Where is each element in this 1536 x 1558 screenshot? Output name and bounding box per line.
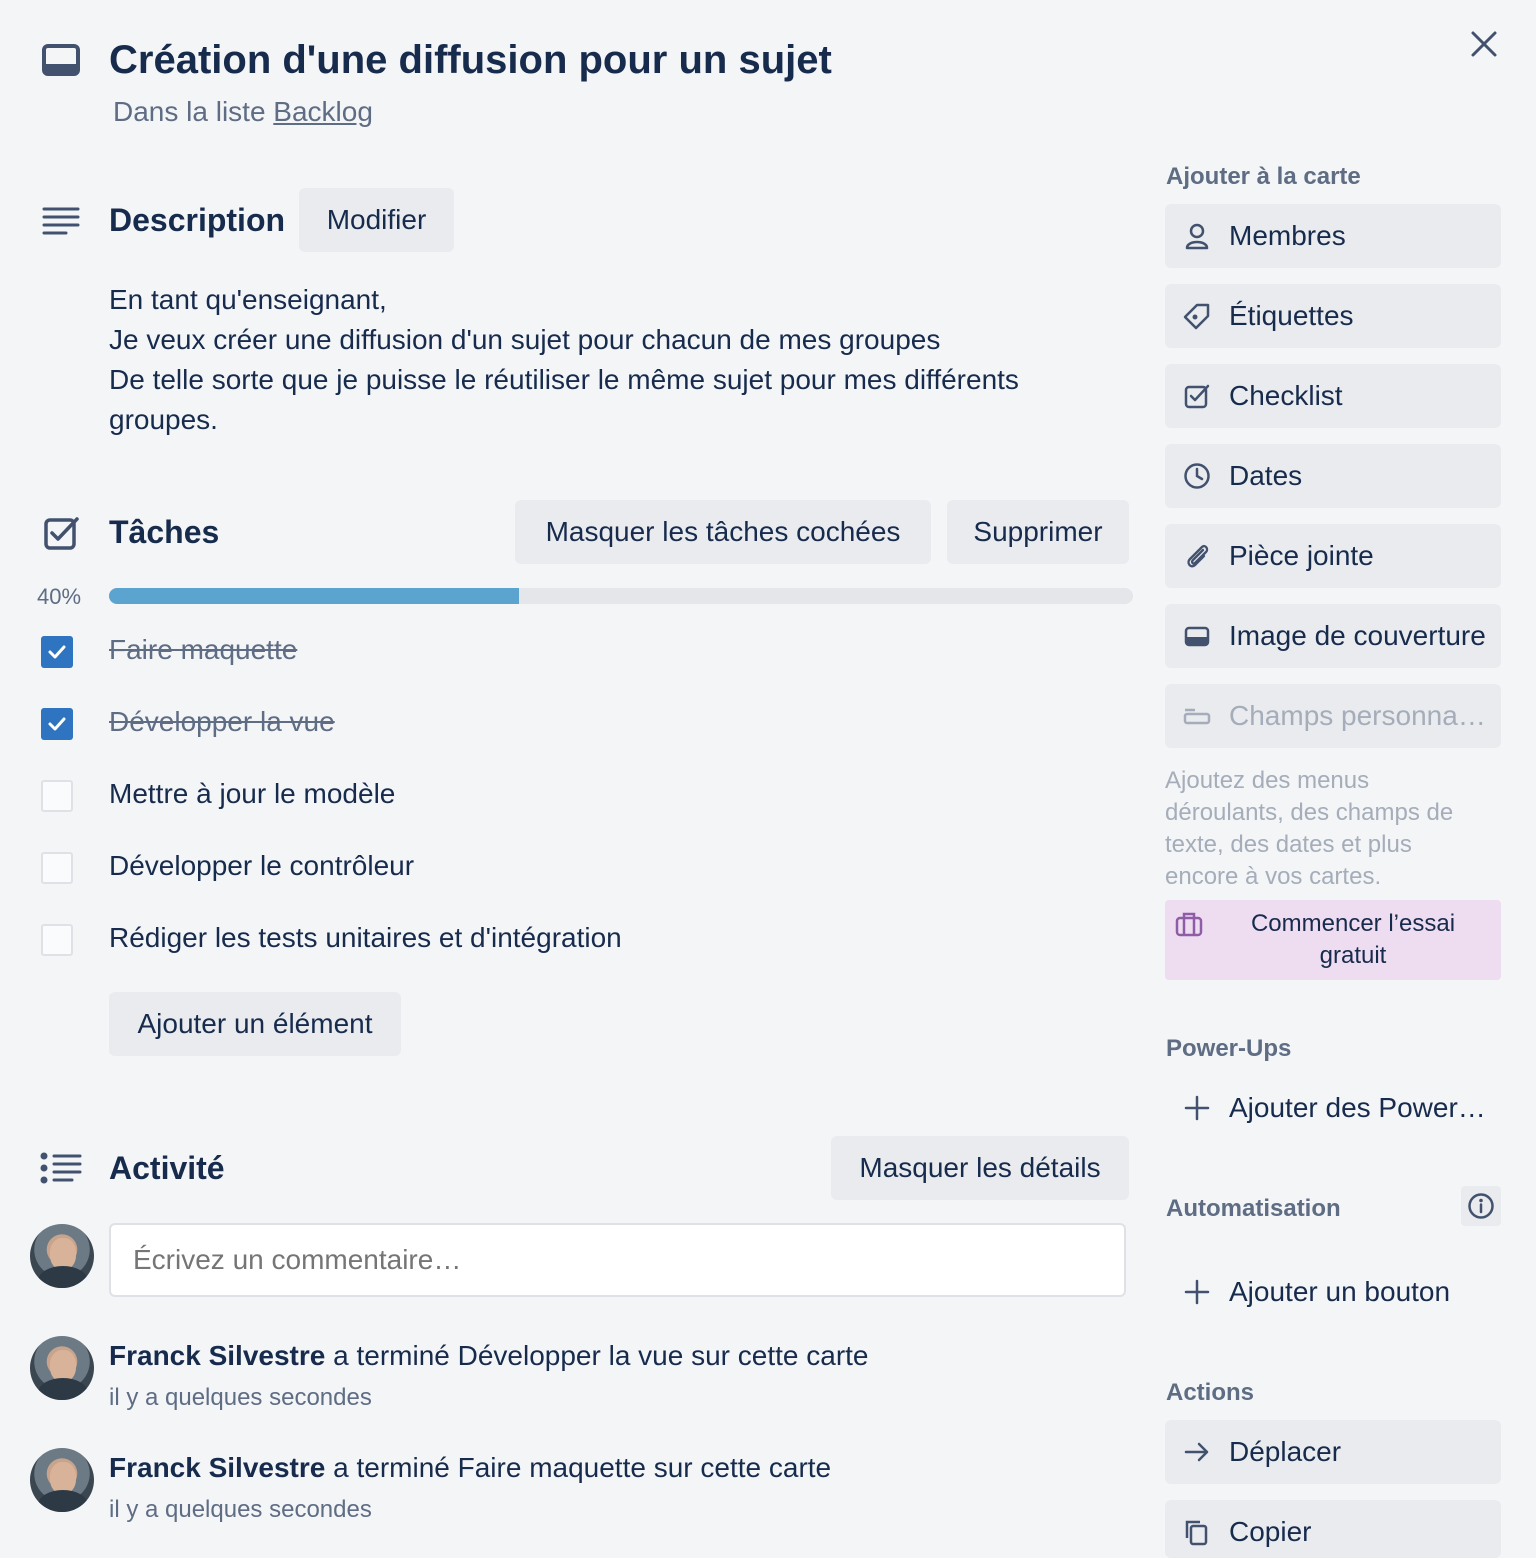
custom-fields-icon	[1183, 708, 1211, 725]
free-trial-button[interactable]: Commencer l’essai gratuit	[1165, 900, 1501, 980]
clock-icon	[1184, 463, 1210, 489]
checklist-item-checkbox[interactable]	[41, 924, 73, 956]
labels-button[interactable]: Étiquettes	[1165, 284, 1501, 348]
activity-author[interactable]: Franck Silvestre	[109, 1452, 325, 1483]
activity-entry: Franck Silvestre a terminé Faire maquett…	[109, 1452, 831, 1484]
checklist-item-label[interactable]: Mettre à jour le modèle	[109, 778, 395, 810]
card-title: Création d'une diffusion pour un sujet	[109, 38, 832, 82]
add-button-button[interactable]: Ajouter un bouton	[1165, 1260, 1501, 1324]
help-line: encore à vos cartes.	[1165, 863, 1382, 890]
actions-heading: Actions	[1166, 1379, 1255, 1406]
progress-percent: 40%	[37, 584, 82, 609]
move-button[interactable]: Déplacer	[1165, 1420, 1501, 1484]
add-powerups-button[interactable]: Ajouter des Power-Ups	[1165, 1076, 1501, 1140]
automation-info-button[interactable]	[1461, 1186, 1501, 1226]
checklist-item-label[interactable]: Développer la vue	[109, 706, 335, 738]
add-powerups-label: Ajouter des Power-Ups	[1229, 1092, 1489, 1123]
comment-input[interactable]	[109, 1223, 1126, 1297]
trial-line: gratuit	[1319, 942, 1387, 969]
description-title: Description	[109, 202, 286, 238]
edit-description-button[interactable]: Modifier	[299, 188, 454, 252]
paperclip-icon	[1187, 544, 1209, 568]
attachment-label: Pièce jointe	[1229, 540, 1374, 571]
custom-fields-label: Champs personnalisés	[1229, 700, 1489, 731]
list-prefix: Dans la liste	[113, 96, 266, 127]
arrow-right-icon	[1184, 1442, 1209, 1462]
help-line: texte, des dates et plus	[1165, 831, 1412, 858]
add-to-card-heading: Ajouter à la carte	[1166, 163, 1361, 190]
delete-checklist-button[interactable]: Supprimer	[947, 500, 1129, 564]
activity-time[interactable]: il y a quelques secondes	[109, 1384, 372, 1412]
checklist-item-checkbox[interactable]	[41, 852, 73, 884]
checklist-icon	[44, 517, 79, 550]
info-icon	[1468, 1193, 1494, 1219]
activity-text: a terminé Faire maquette sur cette carte	[333, 1452, 832, 1483]
description-line: De telle sorte que je puisse le réutilis…	[109, 364, 1019, 395]
help-line: déroulants, des champs de	[1165, 799, 1454, 826]
activity-author[interactable]: Franck Silvestre	[109, 1340, 325, 1371]
checklist-item-checkbox[interactable]	[41, 780, 73, 812]
description-line: Je veux créer une diffusion d'un sujet p…	[109, 324, 941, 355]
activity-text: a terminé Développer la vue sur cette ca…	[333, 1340, 869, 1371]
description-text: En tant qu'enseignant, Je veux créer une…	[109, 280, 1019, 440]
copy-label: Copier	[1229, 1516, 1312, 1547]
description-icon	[42, 207, 80, 235]
check-icon	[48, 717, 66, 731]
powerups-heading: Power-Ups	[1166, 1035, 1292, 1062]
avatar	[30, 1336, 94, 1400]
checklist-label: Checklist	[1229, 380, 1343, 411]
checklist-item-label[interactable]: Rédiger les tests unitaires et d'intégra…	[109, 922, 622, 954]
plus-icon	[1184, 1279, 1210, 1305]
activity-title: Activité	[109, 1150, 225, 1186]
avatar	[30, 1224, 94, 1288]
copy-icon	[1185, 1520, 1208, 1546]
custom-fields-button[interactable]: Champs personnalisés	[1165, 684, 1501, 748]
add-button-label: Ajouter un bouton	[1229, 1276, 1451, 1307]
hide-details-button[interactable]: Masquer les détails	[831, 1136, 1129, 1200]
checklist-title: Tâches	[109, 514, 220, 550]
plus-icon	[1184, 1095, 1210, 1121]
list-subtitle: Dans la liste Backlog	[113, 96, 373, 128]
add-item-button[interactable]: Ajouter un élément	[109, 992, 401, 1056]
progress-track	[109, 588, 1133, 604]
card-cover-icon	[1184, 626, 1210, 647]
attachment-button[interactable]: Pièce jointe	[1165, 524, 1501, 588]
checkbox-icon	[1184, 384, 1210, 409]
avatar	[30, 1448, 94, 1512]
activity-entry: Franck Silvestre a terminé Développer la…	[109, 1340, 869, 1372]
check-icon	[48, 645, 66, 659]
close-icon[interactable]	[1468, 28, 1500, 60]
dates-label: Dates	[1229, 460, 1303, 491]
move-label: Déplacer	[1229, 1436, 1342, 1467]
activity-time[interactable]: il y a quelques secondes	[109, 1496, 372, 1524]
custom-fields-help: Ajoutez des menus déroulants, des champs…	[1165, 765, 1453, 893]
checklist-button[interactable]: Checklist	[1165, 364, 1501, 428]
checklist-item-label[interactable]: Développer le contrôleur	[109, 850, 414, 882]
card-icon	[42, 44, 80, 76]
members-button[interactable]: Membres	[1165, 204, 1501, 268]
automation-heading: Automatisation	[1166, 1195, 1341, 1222]
description-line: En tant qu'enseignant,	[109, 284, 387, 315]
trial-line: Commencer l’essai	[1250, 910, 1456, 937]
progress-fill	[109, 588, 519, 604]
person-icon	[1185, 223, 1209, 250]
help-line: Ajoutez des menus	[1165, 767, 1370, 794]
checklist-item-checkbox[interactable]	[41, 636, 73, 668]
cover-label: Image de couverture	[1229, 620, 1486, 651]
tag-icon	[1183, 303, 1210, 330]
checklist-item-label[interactable]: Faire maquette	[109, 634, 297, 666]
members-label: Membres	[1229, 220, 1346, 251]
cover-button[interactable]: Image de couverture	[1165, 604, 1501, 668]
copy-button[interactable]: Copier	[1165, 1500, 1501, 1558]
activity-icon	[40, 1152, 82, 1184]
checklist-item-checkbox[interactable]	[41, 708, 73, 740]
description-line: groupes.	[109, 404, 218, 435]
list-link[interactable]: Backlog	[273, 96, 373, 127]
labels-label: Étiquettes	[1229, 300, 1354, 331]
free-trial-text: Commencer l’essai gratuit	[1205, 908, 1501, 972]
briefcase-icon	[1175, 912, 1203, 937]
hide-checked-button[interactable]: Masquer les tâches cochées	[515, 500, 931, 564]
dates-button[interactable]: Dates	[1165, 444, 1501, 508]
